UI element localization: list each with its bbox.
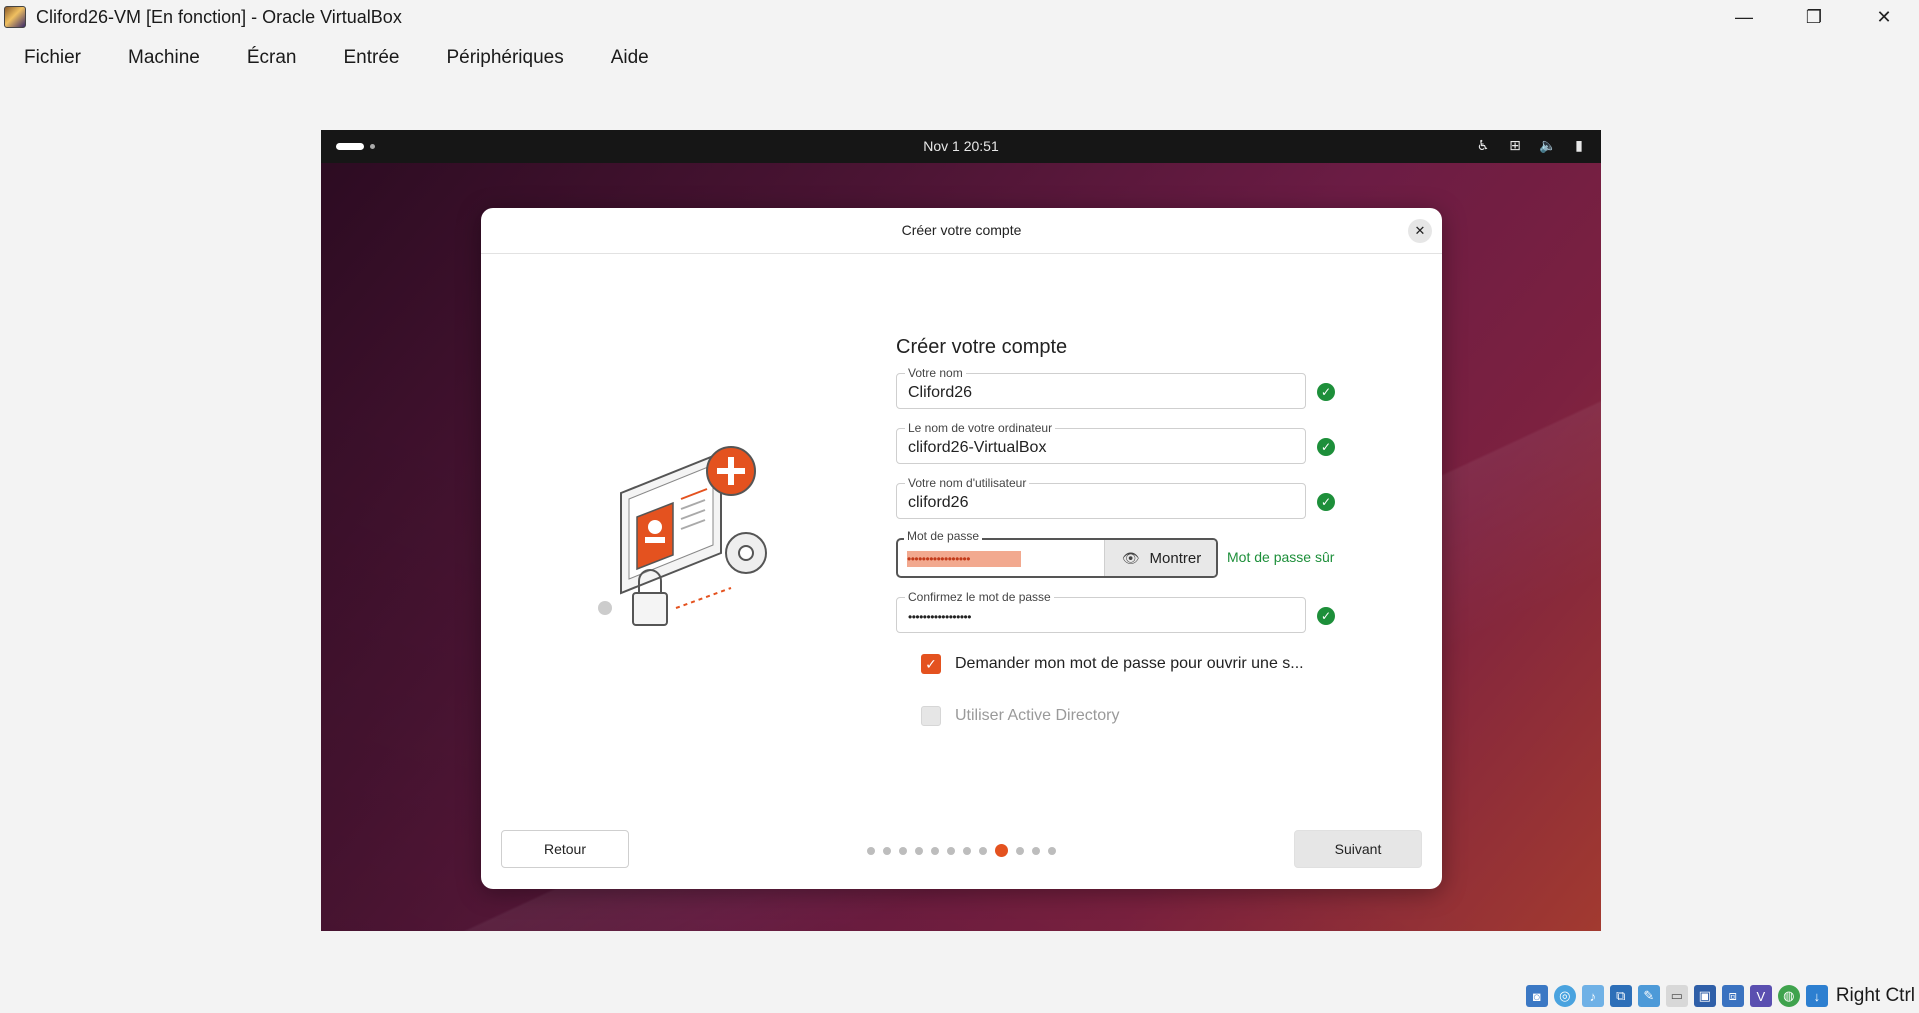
check-circle-icon: ✓ [1317, 438, 1335, 456]
step-dot-current [995, 844, 1008, 857]
menu-aide[interactable]: Aide [611, 47, 649, 69]
show-password-button[interactable]: 👁 Montrer [1104, 540, 1216, 576]
account-form: Créer votre compte Votre nom Cliford26 ✓… [896, 336, 1442, 728]
computer-name-field[interactable]: Le nom de votre ordinateur cliford26-Vir… [896, 421, 1306, 464]
menu-fichier[interactable]: Fichier [24, 47, 81, 69]
step-dot [867, 846, 875, 855]
check-circle-icon: ✓ [1317, 493, 1335, 511]
mouse-integration-icon[interactable]: ◍ [1777, 985, 1800, 1007]
accessibility-icon[interactable]: ♿ [1475, 137, 1491, 154]
vm-display[interactable]: Nov 1 20:51 ♿ ⊞ 🔈 ▮ Créer votre compte ✕ [321, 130, 1601, 931]
confirm-password-field[interactable]: Confirmez le mot de passe ••••••••••••••… [896, 590, 1306, 633]
check-circle-icon: ✓ [1317, 383, 1335, 401]
network-icon[interactable]: ⊞ [1507, 137, 1523, 154]
menu-entree[interactable]: Entrée [343, 47, 399, 69]
name-field-label: Votre nom [905, 366, 966, 380]
restore-button[interactable]: ❐ [1779, 0, 1849, 34]
system-tray[interactable]: ♿ ⊞ 🔈 ▮ [1475, 137, 1587, 154]
virtualbox-app-icon [4, 6, 26, 28]
network-adapter-icon[interactable]: ⧉ [1609, 985, 1632, 1007]
name-field[interactable]: Votre nom Cliford26 [896, 366, 1306, 409]
window-controls: — ❐ ✕ [1709, 0, 1919, 34]
battery-icon[interactable]: ▮ [1571, 137, 1587, 154]
dialog-header: Créer votre compte ✕ [481, 208, 1442, 254]
dialog-close-button[interactable]: ✕ [1408, 219, 1432, 243]
require-password-option[interactable]: ✓ Demander mon mot de passe pour ouvrir … [921, 652, 1442, 676]
account-illustration [598, 446, 767, 626]
menu-bar: Fichier Machine Écran Entrée Périphériqu… [0, 42, 696, 74]
password-value: ••••••••••••••••• [907, 551, 1021, 567]
step-dot [1032, 846, 1040, 855]
menu-peripheriques[interactable]: Périphériques [446, 47, 563, 69]
require-password-checkbox[interactable]: ✓ [921, 654, 941, 674]
require-password-label: Demander mon mot de passe pour ouvrir un… [955, 655, 1304, 672]
close-window-button[interactable]: ✕ [1849, 0, 1919, 34]
step-dot [1016, 846, 1024, 855]
password-label: Mot de passe [904, 529, 983, 543]
username-value: cliford26 [908, 494, 969, 511]
step-dot [915, 846, 923, 855]
audio-icon[interactable]: ♪ [1581, 985, 1604, 1007]
password-field-row: Mot de passe ••••••••••••••••• 👁 Montrer… [896, 529, 1442, 578]
step-dot [979, 846, 987, 855]
hard-disk-icon[interactable]: ◙ [1525, 985, 1548, 1007]
active-directory-checkbox[interactable] [921, 706, 941, 726]
confirm-field-row: Confirmez le mot de passe ••••••••••••••… [896, 590, 1356, 633]
step-indicator [867, 844, 1056, 857]
confirm-password-label: Confirmez le mot de passe [905, 590, 1054, 604]
window-title: Cliford26-VM [En fonction] - Oracle Virt… [36, 6, 402, 27]
cpu-icon[interactable]: V [1749, 985, 1772, 1007]
active-directory-label: Utiliser Active Directory [955, 707, 1120, 724]
computer-name-label: Le nom de votre ordinateur [905, 421, 1056, 435]
confirm-password-value: ••••••••••••••••• [908, 610, 971, 624]
name-field-value: Cliford26 [908, 384, 973, 401]
step-dot [899, 846, 907, 855]
display-icon[interactable]: ▣ [1693, 985, 1716, 1007]
create-account-dialog: Créer votre compte ✕ Créer votre compte … [481, 208, 1442, 889]
step-dot [931, 846, 939, 855]
step-dot [963, 846, 971, 855]
keyboard-capture-icon[interactable]: ↓ [1805, 985, 1828, 1007]
guest-clock[interactable]: Nov 1 20:51 [321, 138, 1601, 154]
guest-top-bar: Nov 1 20:51 ♿ ⊞ 🔈 ▮ [321, 130, 1601, 163]
menu-ecran[interactable]: Écran [247, 47, 297, 69]
host-key-label: Right Ctrl [1835, 985, 1915, 1006]
optical-drive-icon[interactable]: ◎ [1553, 985, 1576, 1007]
next-button[interactable]: Suivant [1294, 830, 1422, 868]
step-dot [1048, 846, 1056, 855]
check-circle-icon: ✓ [1317, 607, 1335, 625]
step-dot [883, 846, 891, 855]
show-password-label: Montrer [1149, 549, 1202, 567]
password-strength: Mot de passe sûr [1227, 549, 1335, 565]
username-label: Votre nom d'utilisateur [905, 476, 1030, 490]
computer-field-row: Le nom de votre ordinateur cliford26-Vir… [896, 421, 1356, 464]
shared-folders-icon[interactable]: ▭ [1665, 985, 1688, 1007]
minimize-button[interactable]: — [1709, 0, 1779, 34]
active-directory-option[interactable]: Utiliser Active Directory [921, 704, 1442, 728]
back-button[interactable]: Retour [501, 830, 629, 868]
menu-machine[interactable]: Machine [128, 47, 200, 69]
video-capture-icon[interactable]: ⧈ [1721, 985, 1744, 1007]
usb-icon[interactable]: ✎ [1637, 985, 1660, 1007]
username-field-row: Votre nom d'utilisateur cliford26 ✓ [896, 476, 1356, 519]
dialog-title: Créer votre compte [901, 222, 1022, 238]
password-field[interactable]: ••••••••••••••••• 👁 Montrer [896, 538, 1218, 578]
form-heading: Créer votre compte [896, 336, 1068, 358]
vbox-status-bar: ◙ ◎ ♪ ⧉ ✎ ▭ ▣ ⧈ V ◍ ↓ Right Ctrl [1525, 979, 1919, 1013]
eye-icon: 👁 [1121, 549, 1140, 566]
step-dot [947, 846, 955, 855]
username-field[interactable]: Votre nom d'utilisateur cliford26 [896, 476, 1306, 519]
computer-name-value: cliford26-VirtualBox [908, 439, 1047, 456]
name-field-row: Votre nom Cliford26 ✓ [896, 366, 1356, 409]
window-titlebar: Cliford26-VM [En fonction] - Oracle Virt… [0, 0, 1919, 34]
volume-icon[interactable]: 🔈 [1539, 137, 1556, 154]
